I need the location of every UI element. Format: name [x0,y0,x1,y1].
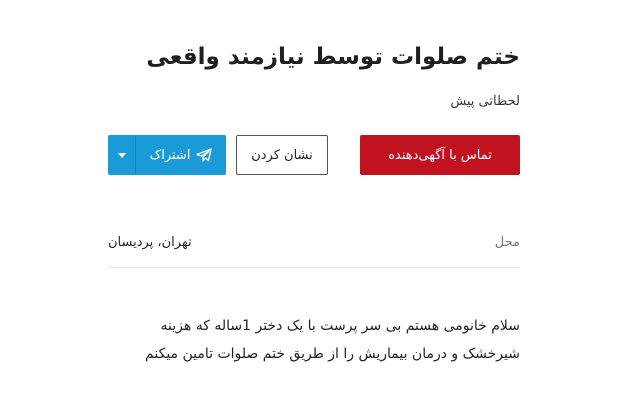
bookmark-button[interactable]: نشان کردن [236,135,328,175]
share-button[interactable]: اشتراک [136,135,226,175]
share-menu-toggle[interactable] [108,135,136,175]
chevron-down-icon [117,152,126,158]
description-line: سلام خانومی هستم بی سر پرست با یک دختر 1… [160,318,520,334]
location-label: محل [494,235,520,250]
description-line: شیرخشک و درمان بیماریش را از طریق ختم صل… [145,346,520,362]
location-row: محل تهران، پردیسان [108,220,520,268]
location-value: تهران، پردیسان [108,235,192,250]
listing-title: ختم صلوات توسط نیازمند واقعی [146,44,520,70]
listing-description: سلام خانومی هستم بی سر پرست با یک دختر 1… [100,312,520,368]
share-button-group: اشتراک [108,135,226,175]
contact-advertiser-button[interactable]: تماس با آگهی‌دهنده [360,135,520,175]
listing-page: ختم صلوات توسط نیازمند واقعی لحظاتی پیش … [0,0,638,407]
share-label: اشتراک [149,147,191,163]
telegram-icon [196,148,213,162]
listing-timestamp: لحظاتی پیش [450,94,520,109]
